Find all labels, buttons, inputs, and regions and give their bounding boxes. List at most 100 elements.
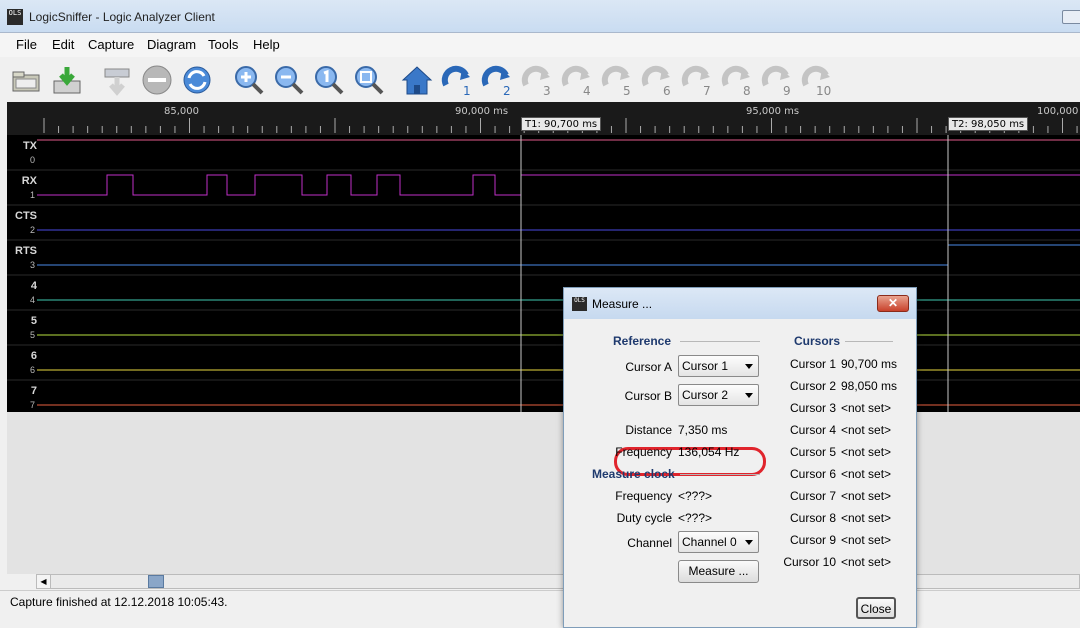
- menu-file[interactable]: File: [16, 37, 37, 52]
- distance-label: Distance: [625, 423, 672, 437]
- minimize-button[interactable]: [1062, 10, 1080, 24]
- channel-label: CTS: [15, 210, 37, 222]
- cursor-jump-label: 7: [703, 84, 711, 97]
- goto-cursor-6-icon[interactable]: 6: [640, 63, 674, 98]
- stop-icon[interactable]: [140, 63, 174, 97]
- ruler-label: 100,000: [1037, 106, 1079, 117]
- menu-capture[interactable]: Capture: [88, 37, 134, 52]
- cursor-a-value: Cursor 1: [682, 359, 729, 373]
- duty-cycle-label: Duty cycle: [616, 511, 672, 525]
- chevron-down-icon: [745, 393, 753, 398]
- cursor-row-label: Cursor 4: [789, 423, 836, 437]
- goto-cursor-5-icon[interactable]: 5: [600, 63, 634, 98]
- window-title: LogicSniffer - Logic Analyzer Client: [29, 10, 215, 24]
- goto-cursor-4-icon[interactable]: 4: [560, 63, 594, 98]
- channel-label: 7: [30, 385, 37, 397]
- frequency-value: 136,054 Hz: [678, 445, 740, 459]
- cursor-a-select[interactable]: Cursor 1: [678, 355, 759, 377]
- diagram-empty-area: [7, 412, 1080, 574]
- dialog-title: Measure ...: [592, 297, 653, 311]
- cursor-jump-label: 1: [463, 84, 471, 97]
- status-text: Capture finished at 12.12.2018 10:05:43.: [10, 595, 228, 609]
- cursor-jump-label: 10: [816, 84, 831, 97]
- horizontal-scrollbar[interactable]: ◀: [36, 574, 1080, 589]
- scroll-left-icon[interactable]: ◀: [37, 575, 51, 588]
- channel-index: 2: [29, 225, 35, 235]
- channel-label: Channel: [627, 536, 672, 550]
- divider: [680, 474, 760, 475]
- channel-value: Channel 0: [682, 535, 737, 549]
- cursors-heading: Cursors: [794, 334, 841, 348]
- goto-cursor-8-icon[interactable]: 8: [720, 63, 754, 98]
- ruler-label: 90,000 ms: [455, 106, 509, 117]
- goto-cursor-3-icon[interactable]: 3: [520, 63, 554, 98]
- cursor-b-value: Cursor 2: [682, 388, 729, 402]
- divider: [845, 341, 893, 342]
- cursor-row-value: <not set>: [841, 511, 892, 525]
- cursor-row-value: 90,700 ms: [841, 357, 898, 371]
- cursor-jump-label: 4: [583, 84, 591, 97]
- menu-edit[interactable]: Edit: [52, 37, 74, 52]
- save-icon[interactable]: [50, 63, 84, 97]
- channel-label: 6: [30, 350, 37, 362]
- goto-cursor-10-icon[interactable]: 10: [800, 63, 834, 98]
- cursor-row-label: Cursor 7: [789, 489, 836, 503]
- divider: [680, 341, 760, 342]
- dialog-title-bar: OLS Measure ... ✕: [564, 288, 916, 319]
- goto-cursor-9-icon[interactable]: 9: [760, 63, 794, 98]
- channel-index: 5: [29, 330, 35, 340]
- zoom-in-icon[interactable]: [232, 63, 266, 97]
- channel-label: 5: [30, 315, 37, 327]
- dialog-close-icon[interactable]: ✕: [877, 295, 909, 312]
- cursor-jump-label: 3: [543, 84, 551, 97]
- dialog-app-icon: OLS: [572, 297, 587, 311]
- app-icon: OLS: [7, 9, 23, 25]
- measure-clock-heading: Measure clock: [592, 467, 675, 481]
- cursor-row-value: <not set>: [841, 533, 892, 547]
- cursor-jump-label: 6: [663, 84, 671, 97]
- menu-tools[interactable]: Tools: [208, 37, 238, 52]
- clock-frequency-value: <???>: [678, 489, 713, 503]
- goto-cursor-7-icon[interactable]: 7: [680, 63, 714, 98]
- scroll-thumb[interactable]: [148, 575, 164, 588]
- chevron-down-icon: [745, 540, 753, 545]
- zoom-all-icon[interactable]: [352, 63, 386, 97]
- measure-dialog: OLS Measure ... ✕ Reference Cursor A Cur…: [563, 287, 917, 628]
- goto-trigger-icon[interactable]: [400, 63, 434, 97]
- zoom-out-icon[interactable]: [272, 63, 306, 97]
- waveform-rx: [37, 174, 1080, 196]
- repeat-capture-icon[interactable]: [180, 63, 214, 97]
- cursor-row-label: Cursor 5: [789, 445, 836, 459]
- cursor-row-value: <not set>: [841, 445, 892, 459]
- channel-select[interactable]: Channel 0: [678, 531, 759, 553]
- menu-diagram[interactable]: Diagram: [147, 37, 196, 52]
- distance-value: 7,350 ms: [678, 423, 728, 437]
- zoom-original-icon[interactable]: [312, 63, 346, 97]
- time-ruler[interactable]: 85,000 90,000 ms 95,000 ms 100,000 T1: 9…: [7, 102, 1080, 135]
- menu-help[interactable]: Help: [253, 37, 280, 52]
- goto-cursor-1-icon[interactable]: 1: [440, 63, 474, 98]
- dialog-body: Reference Cursor A Cursor 1 Cursor B Cur…: [570, 320, 910, 620]
- channel-index: 1: [29, 190, 35, 200]
- channel-index: 0: [29, 155, 35, 165]
- cursor-row-label: Cursor 3: [789, 401, 836, 415]
- cursor-row-label: Cursor 2: [789, 379, 836, 393]
- cursor-row-value: 98,050 ms: [841, 379, 898, 393]
- cursor-jump-label: 9: [783, 84, 791, 97]
- signal-diagram[interactable]: 85,000 90,000 ms 95,000 ms 100,000 T1: 9…: [7, 102, 1080, 412]
- cursor-row-label: Cursor 8: [789, 511, 836, 525]
- measure-button[interactable]: Measure ...: [678, 560, 759, 583]
- status-bar: Capture finished at 12.12.2018 10:05:43.: [0, 590, 1080, 628]
- capture-icon[interactable]: [100, 63, 134, 97]
- toolbar: 1 2 3 4 5 6 7 8 9 10: [0, 57, 1080, 101]
- close-button[interactable]: Close: [856, 597, 896, 619]
- open-icon[interactable]: [10, 63, 44, 97]
- cursor-1-flag[interactable]: T1: 90,700 ms: [521, 117, 602, 131]
- cursor-b-label: Cursor B: [624, 389, 672, 403]
- cursor-row-value: <not set>: [841, 423, 892, 437]
- channel-label: RTS: [15, 245, 37, 257]
- cursor-b-select[interactable]: Cursor 2: [678, 384, 759, 406]
- cursor-2-flag[interactable]: T2: 98,050 ms: [948, 117, 1029, 131]
- menu-bar: File Edit Capture Diagram Tools Help: [0, 33, 1080, 57]
- goto-cursor-2-icon[interactable]: 2: [480, 63, 514, 98]
